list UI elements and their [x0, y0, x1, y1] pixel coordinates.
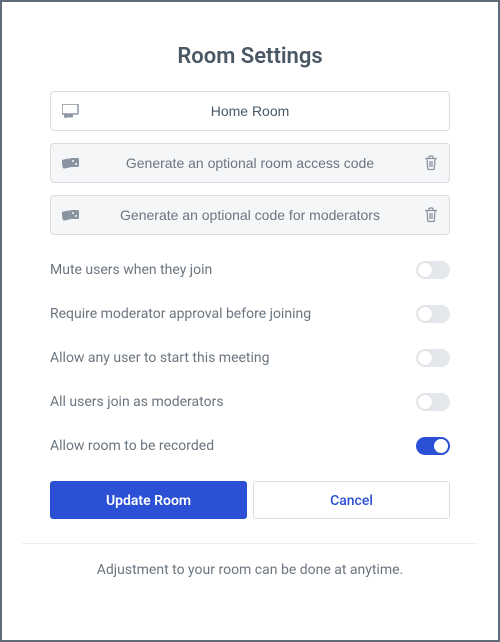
access-code-input[interactable]: [50, 143, 450, 183]
button-row: Update Room Cancel: [50, 481, 450, 519]
mute-users-toggle[interactable]: [416, 261, 450, 279]
mute-users-label: Mute users when they join: [50, 262, 212, 278]
require-approval-toggle[interactable]: [416, 305, 450, 323]
cancel-button[interactable]: Cancel: [253, 481, 450, 519]
room-settings-modal: Room Settings Mute users when they join …: [22, 22, 478, 578]
room-name-field: [50, 91, 450, 131]
dice-icon[interactable]: [62, 208, 80, 222]
require-approval-label: Require moderator approval before joinin…: [50, 306, 311, 322]
all-join-moderators-label: All users join as moderators: [50, 394, 224, 410]
update-room-button[interactable]: Update Room: [50, 481, 247, 519]
require-approval-row: Require moderator approval before joinin…: [50, 305, 450, 323]
allow-record-toggle[interactable]: [416, 437, 450, 455]
any-user-start-toggle[interactable]: [416, 349, 450, 367]
any-user-start-row: Allow any user to start this meeting: [50, 349, 450, 367]
footnote-text: Adjustment to your room can be done at a…: [50, 562, 450, 578]
allow-record-label: Allow room to be recorded: [50, 438, 214, 454]
moderator-code-input[interactable]: [50, 195, 450, 235]
dice-icon[interactable]: [62, 156, 80, 170]
allow-record-row: Allow room to be recorded: [50, 437, 450, 455]
trash-icon[interactable]: [424, 207, 438, 223]
modal-title: Room Settings: [50, 44, 450, 69]
all-join-moderators-row: All users join as moderators: [50, 393, 450, 411]
all-join-moderators-toggle[interactable]: [416, 393, 450, 411]
moderator-code-field: [50, 195, 450, 235]
any-user-start-label: Allow any user to start this meeting: [50, 350, 270, 366]
chalkboard-icon: [62, 104, 80, 118]
divider: [22, 543, 478, 544]
trash-icon[interactable]: [424, 155, 438, 171]
mute-users-row: Mute users when they join: [50, 261, 450, 279]
room-name-input[interactable]: [50, 91, 450, 131]
access-code-field: [50, 143, 450, 183]
